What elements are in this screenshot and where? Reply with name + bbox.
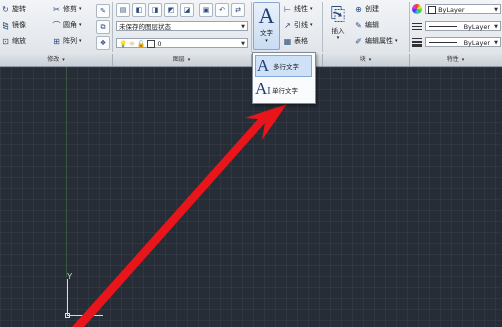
text-dropdown-menu: A 多行文字 AI 单行文字 <box>252 52 316 104</box>
singleline-text-icon: AI <box>255 78 271 98</box>
menu-item-multiline-text-label: 多行文字 <box>273 63 299 71</box>
red-arrow-icon <box>72 104 287 327</box>
menu-item-singleline-text[interactable]: AI 单行文字 <box>255 79 312 101</box>
menu-item-singleline-text-label: 单行文字 <box>272 87 298 95</box>
multiline-text-icon: A <box>256 56 270 75</box>
menu-item-multiline-text[interactable]: A 多行文字 <box>255 55 312 77</box>
annotation-arrow-layer <box>72 104 287 327</box>
